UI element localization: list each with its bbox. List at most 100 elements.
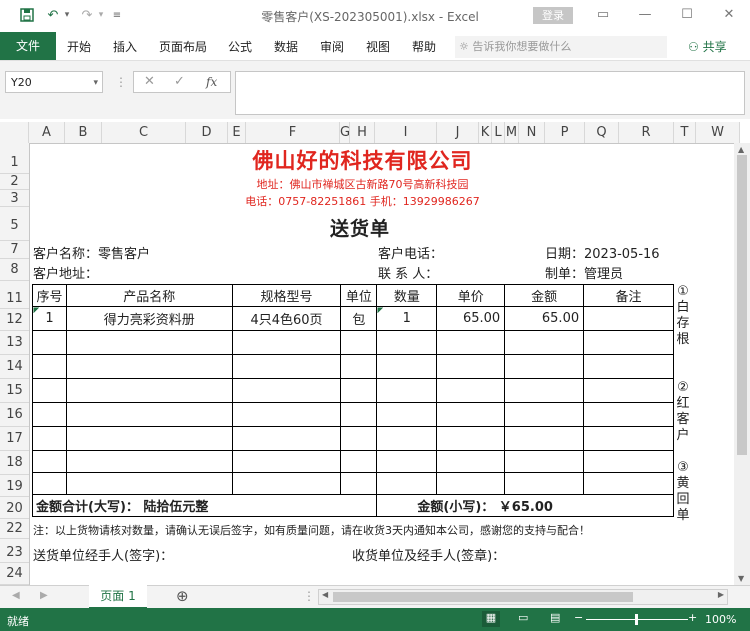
empty-cell[interactable]	[436, 426, 506, 451]
header-cell[interactable]: 规格型号	[231, 284, 342, 307]
maximize-button[interactable]: ☐	[674, 5, 700, 25]
column-header[interactable]: J	[437, 122, 479, 143]
row-header[interactable]: 23	[0, 539, 29, 563]
scroll-thumb[interactable]	[737, 155, 747, 455]
row-header[interactable]: 13	[0, 331, 29, 355]
cell-note[interactable]	[583, 306, 674, 331]
select-all-corner[interactable]	[0, 122, 29, 143]
empty-cell[interactable]	[231, 472, 342, 495]
empty-cell[interactable]	[32, 330, 67, 355]
zoom-out-button[interactable]: −	[574, 611, 583, 624]
tab-formulas[interactable]: 公式	[228, 38, 252, 55]
tab-view[interactable]: 视图	[366, 38, 390, 55]
tab-page-layout[interactable]: 页面布局	[159, 38, 207, 55]
row-header[interactable]: 12	[0, 309, 29, 331]
tab-file[interactable]: 文件	[0, 32, 56, 60]
tab-help[interactable]: 帮助	[412, 38, 436, 55]
total-upper[interactable]: 金额合计(大写)： 陆拾伍元整	[31, 494, 378, 517]
cell-spec[interactable]: 4只4色60页	[231, 306, 342, 331]
page-break-view-icon[interactable]: ▤	[550, 611, 560, 624]
cell-qty[interactable]: 1	[376, 306, 438, 331]
empty-cell[interactable]	[436, 402, 506, 427]
tab-review[interactable]: 审阅	[320, 38, 344, 55]
empty-cell[interactable]	[376, 330, 438, 355]
enter-icon[interactable]: ✓	[174, 74, 185, 89]
empty-cell[interactable]	[504, 472, 585, 495]
empty-cell[interactable]	[340, 426, 378, 451]
empty-cell[interactable]	[583, 426, 674, 451]
row-header[interactable]: 17	[0, 427, 29, 451]
ribbon-display-icon[interactable]: ▭	[590, 5, 616, 25]
empty-cell[interactable]	[65, 330, 233, 355]
empty-cell[interactable]	[504, 330, 585, 355]
minimize-button[interactable]: —	[632, 5, 658, 25]
empty-cell[interactable]	[583, 330, 674, 355]
prev-sheet-icon[interactable]: ◀	[12, 590, 20, 601]
header-cell[interactable]: 备注	[583, 284, 674, 307]
empty-cell[interactable]	[231, 330, 342, 355]
header-cell[interactable]: 序号	[32, 284, 67, 307]
row-header[interactable]: 15	[0, 379, 29, 403]
column-header[interactable]: L	[492, 122, 505, 143]
row-header[interactable]: 22	[0, 519, 29, 539]
column-header[interactable]: I	[375, 122, 437, 143]
empty-cell[interactable]	[32, 354, 67, 379]
empty-cell[interactable]	[231, 450, 342, 473]
sheet-tab-page1[interactable]: 页面 1	[89, 585, 147, 609]
empty-cell[interactable]	[231, 378, 342, 403]
empty-cell[interactable]	[436, 354, 506, 379]
empty-cell[interactable]	[583, 402, 674, 427]
empty-cell[interactable]	[583, 450, 674, 473]
row-header[interactable]: 3	[0, 190, 29, 207]
close-button[interactable]: ✕	[716, 5, 742, 25]
save-icon[interactable]	[18, 6, 36, 24]
tab-insert[interactable]: 插入	[113, 38, 137, 55]
column-header[interactable]: T	[674, 122, 696, 143]
empty-cell[interactable]	[32, 426, 67, 451]
empty-cell[interactable]	[376, 378, 438, 403]
empty-cell[interactable]	[32, 402, 67, 427]
empty-cell[interactable]	[376, 450, 438, 473]
empty-cell[interactable]	[32, 472, 67, 495]
column-header[interactable]: F	[246, 122, 340, 143]
row-header[interactable]: 5	[0, 207, 29, 241]
row-header[interactable]: 1	[0, 143, 29, 174]
cell-name[interactable]: 得力亮彩资料册	[65, 306, 233, 331]
empty-cell[interactable]	[65, 378, 233, 403]
tell-me-search[interactable]: ☼ 告诉我你想要做什么	[455, 36, 667, 58]
header-cell[interactable]: 金额	[504, 284, 585, 307]
header-cell[interactable]: 单位	[340, 284, 378, 307]
share-button[interactable]: ⚇ 共享	[688, 38, 727, 55]
column-header[interactable]: Q	[585, 122, 619, 143]
empty-cell[interactable]	[231, 402, 342, 427]
empty-cell[interactable]	[376, 426, 438, 451]
zoom-in-button[interactable]: +	[688, 611, 697, 624]
empty-cell[interactable]	[504, 450, 585, 473]
undo-dropdown-icon[interactable]: ▾	[58, 6, 76, 24]
row-header[interactable]: 20	[0, 497, 29, 519]
vertical-scrollbar[interactable]: ▲ ▼	[734, 143, 750, 585]
page-layout-view-icon[interactable]: ▭	[518, 611, 528, 624]
empty-cell[interactable]	[231, 354, 342, 379]
insert-function-icon[interactable]: fx	[206, 75, 217, 89]
empty-cell[interactable]	[65, 472, 233, 495]
empty-cell[interactable]	[504, 378, 585, 403]
empty-cell[interactable]	[340, 354, 378, 379]
total-lower[interactable]: 金额(小写)： ￥65.00	[376, 494, 674, 517]
empty-cell[interactable]	[65, 450, 233, 473]
column-header[interactable]: D	[186, 122, 228, 143]
empty-cell[interactable]	[376, 354, 438, 379]
empty-cell[interactable]	[436, 330, 506, 355]
row-header[interactable]: 2	[0, 174, 29, 190]
column-header[interactable]: G	[340, 122, 350, 143]
empty-cell[interactable]	[504, 402, 585, 427]
row-header[interactable]: 18	[0, 451, 29, 475]
chevron-down-icon[interactable]: ▾	[93, 72, 98, 94]
empty-cell[interactable]	[231, 426, 342, 451]
column-header[interactable]: M	[505, 122, 519, 143]
header-cell[interactable]: 数量	[376, 284, 438, 307]
column-header[interactable]: R	[619, 122, 674, 143]
formula-input[interactable]	[235, 71, 745, 115]
empty-cell[interactable]	[436, 472, 506, 495]
scroll-left-icon[interactable]: ◀	[322, 590, 328, 599]
